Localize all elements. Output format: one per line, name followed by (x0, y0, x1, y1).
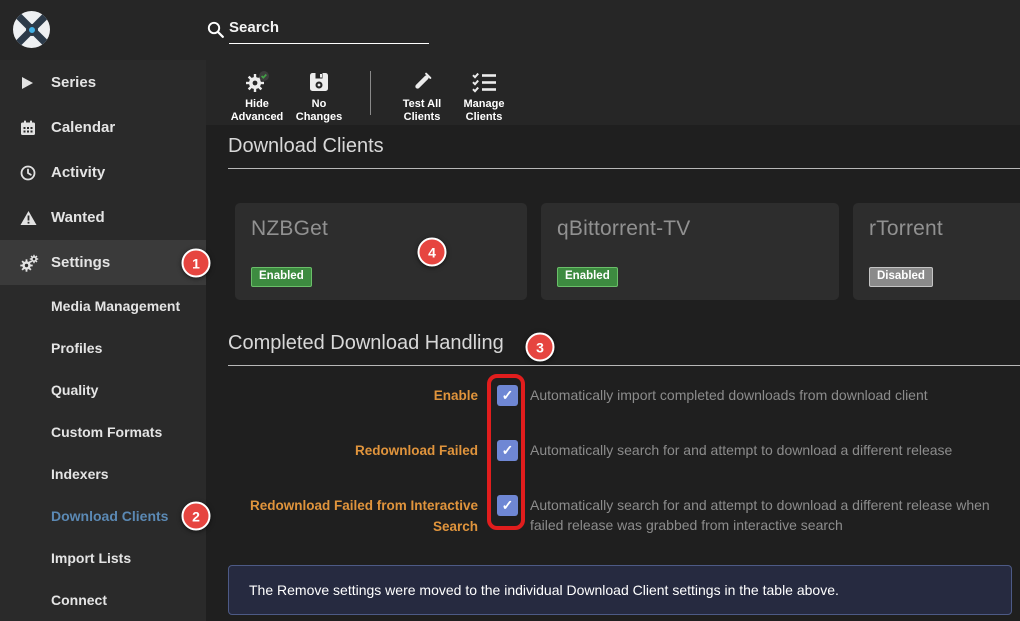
sidebar-subitem-label: Custom Formats (51, 424, 162, 440)
annotation-marker-3: 3 (526, 333, 555, 362)
toolbar-button-label: ManageClients (464, 98, 505, 124)
field-description: Automatically search for and attempt to … (530, 440, 1000, 460)
gears-icon (20, 254, 51, 272)
field-label: Redownload Failed (228, 440, 478, 461)
checklist-icon (471, 68, 497, 95)
sidebar-subitem-label: Profiles (51, 340, 102, 356)
client-card-qbittorrent-tv[interactable]: qBittorrent-TV Enabled (541, 203, 839, 300)
sidebar-subitem-label: Media Management (51, 298, 180, 314)
toolbar-button-label: NoChanges (296, 98, 342, 124)
annotation-marker-1: 1 (182, 249, 211, 278)
status-badge: Enabled (557, 267, 618, 287)
sidebar-subitem-media-management[interactable]: Media Management (0, 285, 206, 327)
sidebar-subitem-import-lists[interactable]: Import Lists (0, 537, 206, 579)
toolbar-button-label: Test AllClients (403, 98, 442, 124)
sidebar-subitem-label: Import Lists (51, 550, 131, 566)
field-description: Automatically import completed downloads… (530, 385, 1000, 405)
manage-clients-button[interactable]: ManageClients (453, 68, 515, 124)
clock-icon (20, 165, 51, 181)
download-client-cards: NZBGet Enabled qBittorrent-TV Enabled rT… (235, 203, 1020, 300)
client-card-rtorrent[interactable]: rTorrent Disabled (853, 203, 1020, 300)
info-alert-text: The Remove settings were moved to the in… (249, 582, 839, 598)
sidebar-subitem-quality[interactable]: Quality (0, 369, 206, 411)
sidebar-subitem-custom-formats[interactable]: Custom Formats (0, 411, 206, 453)
sidebar-subitem-download-clients[interactable]: Download Clients (0, 495, 206, 537)
sidebar-subitem-label: Download Clients (51, 508, 168, 524)
status-badge: Enabled (251, 267, 312, 287)
sidebar-subitem-label: Indexers (51, 466, 109, 482)
warning-icon (20, 210, 51, 226)
no-changes-button[interactable]: NoChanges (288, 68, 350, 124)
sidebar-item-label: Activity (51, 164, 105, 181)
annotation-rectangle (487, 374, 525, 530)
completed-download-handling-heading: Completed Download Handling (228, 332, 1020, 366)
field-description: Automatically search for and attempt to … (530, 495, 1000, 535)
gear-check-icon (244, 68, 270, 95)
sidebar-item-label: Wanted (51, 209, 105, 226)
sidebar-subitem-indexers[interactable]: Indexers (0, 453, 206, 495)
sidebar-item-label: Settings (51, 254, 110, 271)
sidebar-item-label: Calendar (51, 119, 115, 136)
play-icon (20, 76, 51, 90)
sidebar-item-calendar[interactable]: Calendar (0, 105, 206, 150)
search-bar (206, 0, 429, 60)
main-content: Download Clients NZBGet Enabled qBittorr… (206, 125, 1020, 621)
sidebar-item-settings[interactable]: Settings (0, 240, 206, 285)
search-icon (207, 21, 224, 43)
sidebar-item-wanted[interactable]: Wanted (0, 195, 206, 240)
client-card-title: qBittorrent-TV (557, 217, 823, 241)
client-card-title: NZBGet (251, 217, 511, 241)
download-clients-heading: Download Clients (228, 135, 1020, 169)
info-alert: The Remove settings were moved to the in… (228, 565, 1012, 615)
client-card-nzbget[interactable]: NZBGet Enabled (235, 203, 527, 300)
sidebar-item-label: Series (51, 74, 96, 91)
test-all-clients-button[interactable]: Test AllClients (391, 68, 453, 124)
annotation-marker-4: 4 (418, 238, 447, 267)
save-icon (308, 68, 330, 95)
completed-download-handling-form: Enable Automatically import completed do… (228, 385, 1020, 571)
calendar-icon (20, 120, 51, 136)
sonarr-app: Series Calendar Activity Wanted (0, 0, 1020, 621)
sidebar-item-activity[interactable]: Activity (0, 150, 206, 195)
annotation-marker-2: 2 (182, 502, 211, 531)
hide-advanced-button[interactable]: HideAdvanced (226, 68, 288, 124)
form-row-redownload-failed-interactive: Redownload Failed from Interactive Searc… (228, 495, 1020, 537)
form-row-redownload-failed: Redownload Failed Automatically search f… (228, 440, 1020, 461)
toolbar-button-label: HideAdvanced (231, 98, 284, 124)
sidebar-subitem-label: Connect (51, 592, 107, 608)
logo-center-dot (26, 24, 38, 36)
page-toolbar: HideAdvanced NoChanges (206, 60, 1020, 125)
sonarr-logo[interactable] (13, 11, 50, 48)
form-row-enable: Enable Automatically import completed do… (228, 385, 1020, 406)
sidebar-subitem-connect[interactable]: Connect (0, 579, 206, 621)
sidebar: Series Calendar Activity Wanted (0, 60, 206, 621)
client-card-title: rTorrent (869, 217, 1020, 241)
sidebar-subitem-label: Quality (51, 382, 98, 398)
top-bar (0, 0, 1020, 60)
vial-icon (410, 68, 434, 95)
search-input[interactable] (229, 17, 429, 44)
sidebar-subitem-profiles[interactable]: Profiles (0, 327, 206, 369)
sidebar-item-series[interactable]: Series (0, 60, 206, 105)
field-label: Redownload Failed from Interactive Searc… (228, 495, 478, 537)
status-badge: Disabled (869, 267, 933, 287)
field-label: Enable (228, 385, 478, 406)
toolbar-divider (370, 71, 371, 115)
